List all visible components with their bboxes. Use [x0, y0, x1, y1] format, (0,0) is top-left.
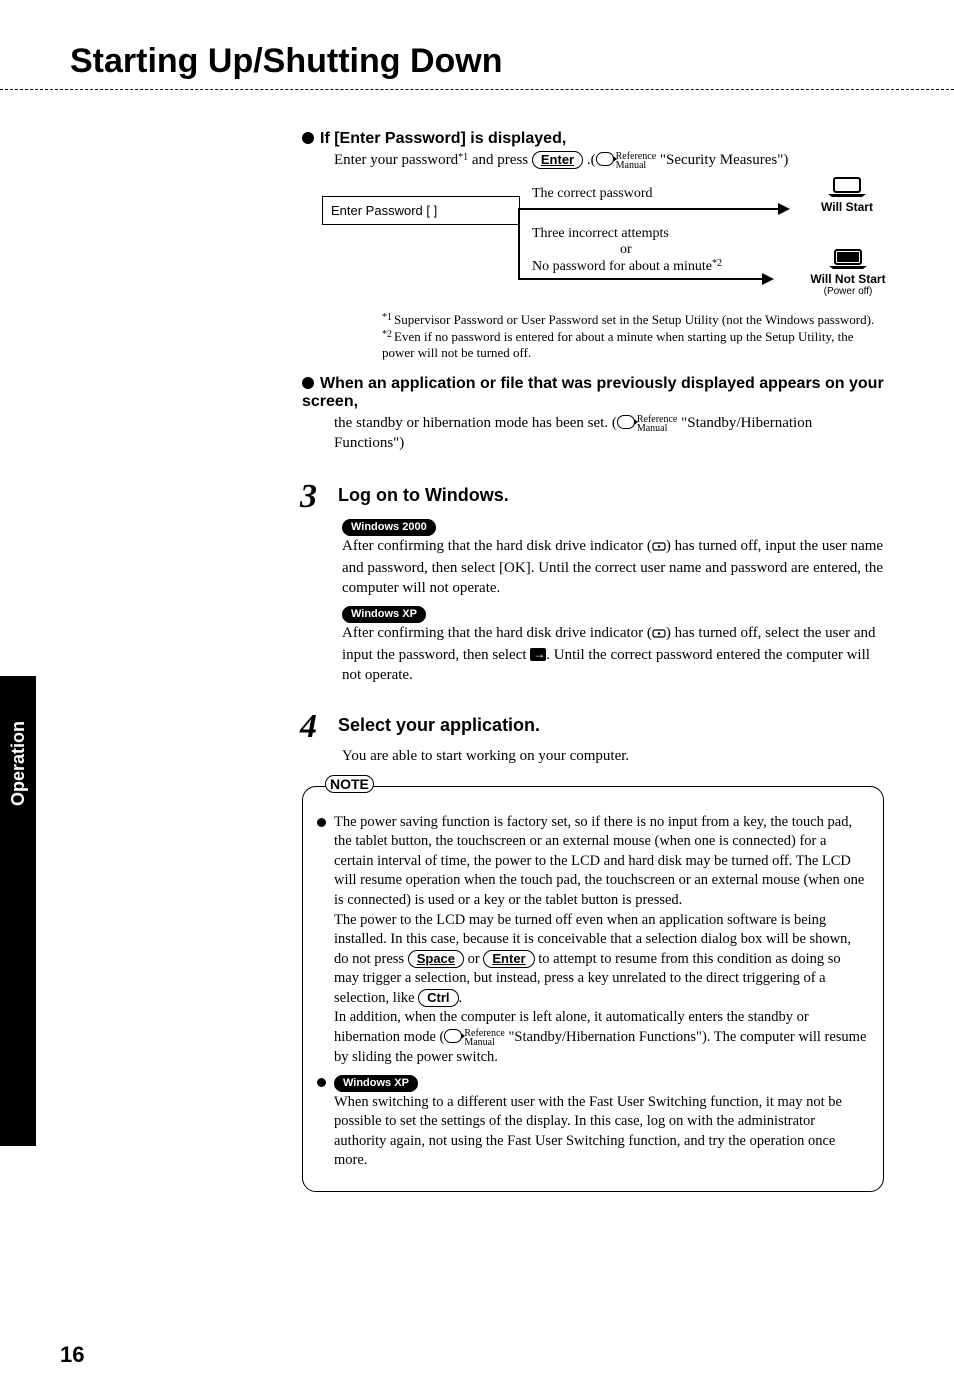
arrowhead-icon	[778, 203, 790, 215]
text: and press	[468, 152, 532, 168]
heading-bullet-icon	[302, 132, 314, 144]
text: or	[464, 951, 483, 967]
flow-line	[518, 208, 778, 210]
footnote-2: Even if no password is entered for about…	[382, 329, 853, 360]
heading-previous-app: When an application or file that was pre…	[302, 375, 884, 411]
enter-password-intro: Enter your password*1 and press Enter .(…	[334, 150, 884, 170]
text: Enter your password	[334, 152, 458, 168]
pointer-icon	[444, 1029, 462, 1043]
step-3-body: Windows 2000 After confirming that the h…	[342, 516, 884, 686]
hdd-icon	[652, 625, 666, 645]
heading-bullet-icon	[302, 377, 314, 389]
arrow-button-icon: →	[530, 648, 546, 661]
will-not-start-label: Will Not Start	[808, 272, 888, 286]
step-4: 4 Select your application.	[300, 708, 884, 746]
will-not-start-laptop-icon: Will Not Start (Power off)	[808, 248, 888, 297]
windows-2000-pill: Windows 2000	[342, 519, 436, 536]
incorrect-label-2: No password for about a minute*2	[532, 258, 722, 275]
sidebar-tab-label: Operation	[8, 721, 29, 806]
enter-key-icon: Enter	[532, 151, 583, 169]
page-number: 16	[60, 1342, 84, 1368]
password-flow-diagram: Enter Password [ ] The correct password …	[322, 178, 884, 308]
text: After confirming that the hard disk driv…	[342, 625, 876, 684]
ctrl-key-icon: Ctrl	[418, 989, 458, 1007]
footnotes: *1Supervisor Password or User Password s…	[382, 312, 884, 361]
step-number: 4	[300, 708, 334, 746]
text: the standby or hibernation mode has been…	[334, 415, 617, 431]
pointer-icon	[617, 415, 635, 429]
heading-enter-password: If [Enter Password] is displayed,	[302, 130, 884, 148]
will-start-label: Will Start	[820, 200, 874, 214]
text: .	[459, 990, 463, 1006]
text: .(	[583, 152, 596, 168]
step-title: Select your application.	[338, 715, 540, 735]
reference-manual-label: ReferenceManual	[637, 415, 678, 433]
content-area: If [Enter Password] is displayed, Enter …	[302, 130, 884, 1192]
note-bullet-1: The power saving function is factory set…	[317, 813, 869, 1067]
reference-manual-label: ReferenceManual	[616, 152, 657, 170]
enter-key-icon: Enter	[483, 950, 534, 968]
step-number: 3	[300, 478, 334, 516]
windows-xp-pill: Windows XP	[342, 606, 426, 623]
page-title: Starting Up/Shutting Down	[70, 42, 954, 81]
flow-line	[518, 278, 762, 280]
or-label: or	[620, 242, 632, 258]
pointer-icon	[596, 152, 614, 166]
note-bullet-2: Windows XP When switching to a different…	[317, 1073, 869, 1171]
windows-xp-pill: Windows XP	[334, 1075, 418, 1092]
step-3: 3 Log on to Windows.	[300, 478, 884, 516]
text: The power saving function is factory set…	[334, 814, 864, 908]
incorrect-label-1: Three incorrect attempts	[532, 226, 669, 242]
enter-password-box: Enter Password [ ]	[322, 196, 520, 225]
heading-text: When an application or file that was pre…	[302, 375, 884, 410]
bullet-icon	[317, 818, 326, 827]
correct-password-label: The correct password	[532, 186, 653, 202]
step-title: Log on to Windows.	[338, 485, 509, 505]
heading-text: If [Enter Password] is displayed,	[320, 130, 566, 147]
note-label: NOTE	[325, 775, 374, 793]
step-4-body: You are able to start working on your co…	[342, 746, 884, 766]
hdd-icon	[652, 538, 666, 558]
sidebar-tab-operation: Operation	[0, 676, 36, 1146]
note-box: NOTE The power saving function is factor…	[302, 786, 884, 1192]
arrowhead-icon	[762, 273, 774, 285]
footnote-ref: *1	[458, 152, 468, 163]
reference-manual-label: ReferenceManual	[464, 1029, 505, 1047]
flow-line	[518, 208, 520, 280]
text: "Security Measures")	[656, 152, 788, 168]
previous-app-body: the standby or hibernation mode has been…	[334, 413, 884, 454]
title-divider	[0, 89, 954, 90]
will-start-laptop-icon: Will Start	[820, 176, 874, 214]
text: After confirming that the hard disk driv…	[342, 538, 883, 597]
bullet-icon	[317, 1078, 326, 1087]
power-off-label: (Power off)	[808, 286, 888, 297]
footnote-1: Supervisor Password or User Password set…	[394, 312, 874, 327]
text: When switching to a different user with …	[334, 1094, 842, 1169]
space-key-icon: Space	[408, 950, 464, 968]
